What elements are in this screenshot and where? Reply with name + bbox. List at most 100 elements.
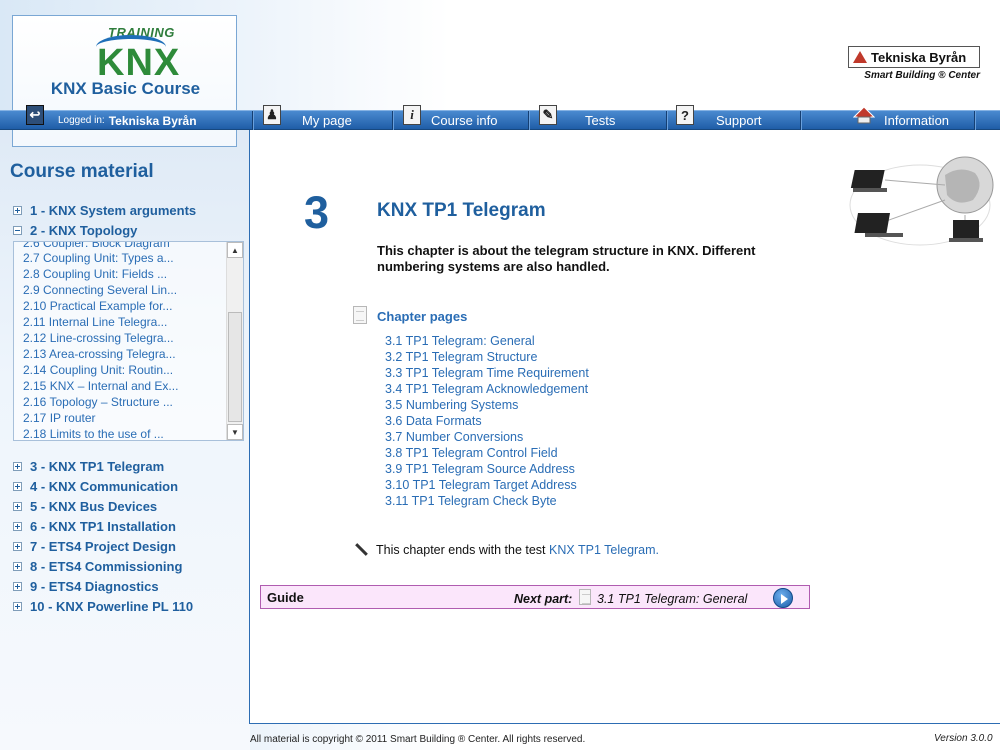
list-scrollbar[interactable]: ▲ ▼ [226,242,243,440]
chapter-label[interactable]: 3 - KNX TP1 Telegram [30,459,164,474]
scroll-down-icon[interactable]: ▼ [227,424,243,440]
chapter-label[interactable]: 6 - KNX TP1 Installation [30,519,176,534]
house-icon[interactable] [853,105,875,125]
network-globe-icon [849,156,994,246]
nav-course-info[interactable]: Course info [431,111,497,130]
logout-arrow-icon[interactable]: ↩ [26,105,44,125]
expand-plus-icon[interactable] [13,561,22,571]
chapter-item[interactable]: 10 - KNX Powerline PL 110 [13,597,193,615]
nav-information[interactable]: Information [884,111,949,130]
list-item[interactable]: 2.17 IP router [23,411,96,425]
expand-plus-icon[interactable] [13,601,22,611]
scroll-thumb[interactable] [228,312,242,422]
info-icon[interactable]: i [403,105,421,125]
chapter-pages-heading: Chapter pages [377,309,468,324]
chapter-item[interactable]: 5 - KNX Bus Devices [13,497,157,515]
chapter-page-link[interactable]: 3.10 TP1 Telegram Target Address [385,478,577,492]
test-notice: This chapter ends with the test KNX TP1 … [376,543,659,557]
list-item[interactable]: 2.12 Line-crossing Telegra... [23,331,174,345]
test-link[interactable]: KNX TP1 Telegram. [549,543,659,557]
chapter-item[interactable]: 7 - ETS4 Project Design [13,537,176,555]
brand-triangle-icon [853,50,867,64]
question-icon[interactable]: ? [676,105,694,125]
brand-logo[interactable]: Tekniska Byrån Smart Building ® Center [848,46,980,81]
nav-separator [252,111,254,130]
list-item[interactable]: 2.9 Connecting Several Lin... [23,283,177,297]
nav-bar: ↩ Logged in: Tekniska Byrån ♟ My page i … [0,105,1000,130]
chapter-label[interactable]: 4 - KNX Communication [30,479,178,494]
list-item[interactable]: 2.8 Coupling Unit: Fields ... [23,267,167,281]
nav-support[interactable]: Support [716,111,762,130]
document-icon [353,306,367,324]
chapter-page-link[interactable]: 3.8 TP1 Telegram Control Field [385,446,558,460]
nav-separator [528,111,530,130]
chapter-label[interactable]: 1 - KNX System arguments [30,203,196,218]
logged-in-status: Logged in: Tekniska Byrån [58,111,197,130]
course-title: KNX Basic Course [50,79,201,98]
chapter-item[interactable]: 2 - KNX Topology [13,221,137,239]
chapter-page-link[interactable]: 3.6 Data Formats [385,414,482,428]
sidebar-title: Course material [10,161,154,182]
nav-tests[interactable]: Tests [585,111,615,130]
list-item[interactable]: 2.13 Area-crossing Telegra... [23,347,176,361]
chapter-page-link[interactable]: 3.11 TP1 Telegram Check Byte [385,494,557,508]
version-label: Version 3.0.0 [934,733,993,744]
next-part-link[interactable]: 3.1 TP1 Telegram: General [597,592,747,606]
chapter-item[interactable]: 1 - KNX System arguments [13,201,196,219]
list-item[interactable]: 2.10 Practical Example for... [23,299,172,313]
expand-plus-icon[interactable] [13,481,22,491]
chapter-label[interactable]: 10 - KNX Powerline PL 110 [30,599,193,614]
chapter-page-link[interactable]: 3.3 TP1 Telegram Time Requirement [385,366,589,380]
list-item[interactable]: 2.7 Coupling Unit: Types a... [23,251,174,265]
chapter-label[interactable]: 5 - KNX Bus Devices [30,499,157,514]
list-item[interactable]: 2.6 Coupler: Block Diagram [23,242,170,250]
chapter-item[interactable]: 9 - ETS4 Diagnostics [13,577,159,595]
copyright-footer: All material is copyright © 2011 Smart B… [250,734,586,745]
document-icon [579,589,591,605]
nav-separator [974,111,976,130]
logged-in-name: Tekniska Byrån [108,113,197,128]
chapter-page-link[interactable]: 3.2 TP1 Telegram Structure [385,350,537,364]
expand-plus-icon[interactable] [13,581,22,591]
test-text: This chapter ends with the test [376,543,546,557]
chapter-label[interactable]: 8 - ETS4 Commissioning [30,559,182,574]
chapter-page-link[interactable]: 3.5 Numbering Systems [385,398,518,412]
chapter-item[interactable]: 4 - KNX Communication [13,477,178,495]
topology-subitem-list[interactable]: 2.6 Coupler: Block Diagram 2.7 Coupling … [13,241,244,441]
list-item[interactable]: 2.14 Coupling Unit: Routin... [23,363,173,377]
brand-subtitle: Smart Building ® Center [864,70,980,81]
expand-plus-icon[interactable] [13,521,22,531]
logo-knx-text: KNX [97,42,181,84]
pen-icon[interactable]: ✎ [539,105,557,125]
list-item[interactable]: 2.18 Limits to the use of ... [23,427,164,440]
nav-my-page[interactable]: My page [302,111,352,130]
expand-plus-icon[interactable] [13,205,22,215]
collapse-minus-icon[interactable] [13,225,22,235]
chapter-item[interactable]: 3 - KNX TP1 Telegram [13,457,164,475]
chapter-description: This chapter is about the telegram struc… [377,243,756,274]
chapter-item[interactable]: 6 - KNX TP1 Installation [13,517,176,535]
expand-plus-icon[interactable] [13,461,22,471]
chapter-label[interactable]: 9 - ETS4 Diagnostics [30,579,159,594]
chapter-page-link[interactable]: 3.9 TP1 Telegram Source Address [385,462,575,476]
nav-separator [392,111,394,130]
list-item[interactable]: 2.15 KNX – Internal and Ex... [23,379,178,393]
chapter-page-link[interactable]: 3.4 TP1 Telegram Acknowledgement [385,382,588,396]
nav-separator [800,111,802,130]
chapter-item[interactable]: 8 - ETS4 Commissioning [13,557,182,575]
expand-plus-icon[interactable] [13,501,22,511]
chapter-number: 3 [304,187,330,238]
guide-bar: Guide Next part: 3.1 TP1 Telegram: Gener… [260,585,810,609]
chapter-page-link[interactable]: 3.1 TP1 Telegram: General [385,334,535,348]
scroll-up-icon[interactable]: ▲ [227,242,243,258]
next-part-label: Next part: [514,592,573,606]
list-item[interactable]: 2.16 Topology – Structure ... [23,395,173,409]
person-icon[interactable]: ♟ [263,105,281,125]
list-item[interactable]: 2.11 Internal Line Telegra... [23,315,167,329]
test-pen-icon [352,541,368,557]
next-arrow-icon[interactable] [773,588,793,608]
chapter-page-link[interactable]: 3.7 Number Conversions [385,430,523,444]
expand-plus-icon[interactable] [13,541,22,551]
chapter-label[interactable]: 7 - ETS4 Project Design [30,539,176,554]
chapter-label[interactable]: 2 - KNX Topology [30,223,137,238]
